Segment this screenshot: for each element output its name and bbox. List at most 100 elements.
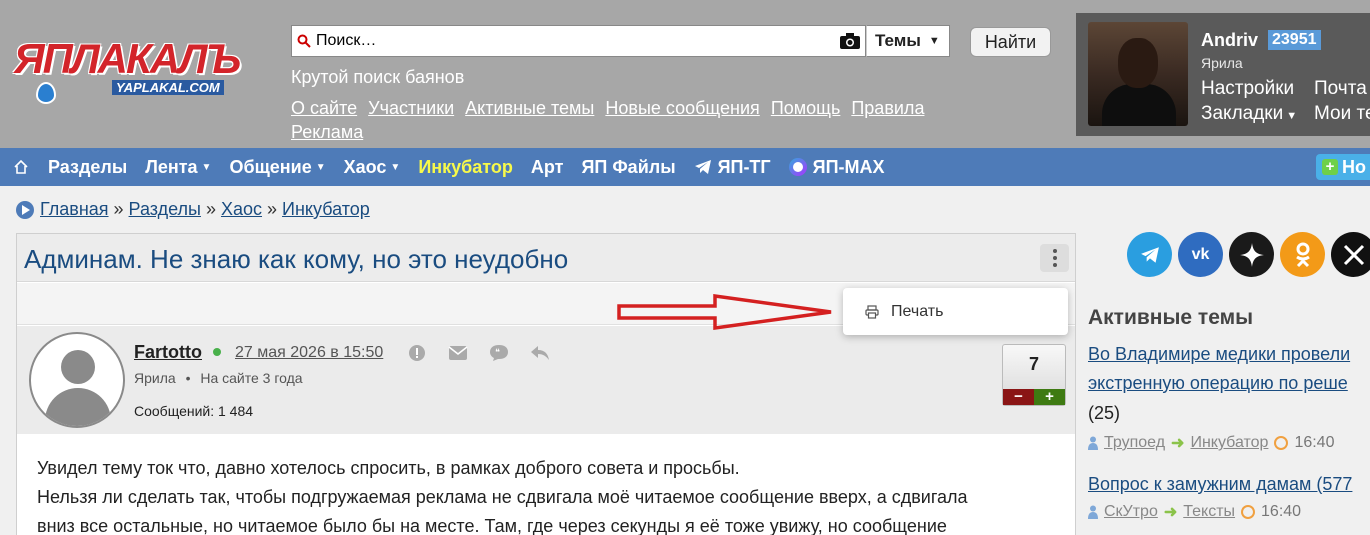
breadcrumb-sections[interactable]: Разделы [129,199,201,220]
logo-domain: YAPLAKAL.COM [112,80,224,95]
search-icon [292,26,316,56]
active-topic-link[interactable]: экстренную операцию по реше [1088,369,1348,398]
search-scope-value: Темы [875,31,921,50]
dot-icon [1052,256,1057,260]
link-about[interactable]: О сайте [291,98,357,118]
nav-feed[interactable]: Лента ▼ [145,157,211,178]
topic-author[interactable]: СкУтро [1104,503,1158,521]
nav-art[interactable]: Арт [531,157,564,178]
vk-icon[interactable]: vk [1178,232,1223,277]
user-name[interactable]: Andriv [1201,30,1258,51]
home-icon[interactable] [14,160,28,174]
new-topic-button[interactable]: + Но [1316,154,1370,180]
post-author[interactable]: Fartotto [134,342,202,363]
arrow-right-icon: ➜ [1163,504,1178,521]
logo-text: ЯПЛАКАЛЪ [14,35,241,82]
chevron-down-icon: ▼ [1286,110,1298,122]
post-rating: 7 − + [1002,344,1066,406]
rating-value: 7 [1028,354,1039,374]
reply-icon[interactable] [530,343,550,363]
x-icon[interactable] [1331,232,1370,277]
odnoklassniki-icon[interactable] [1280,232,1325,277]
nav-communication[interactable]: Общение ▼ [229,157,325,178]
mail-icon[interactable] [448,343,468,363]
topic-time: 16:40 [1294,434,1335,451]
svg-text:❝: ❝ [495,348,500,358]
link-new-messages[interactable]: Новые сообщения [605,98,759,118]
link-active-topics[interactable]: Активные темы [465,98,594,118]
user-menu-right: Почта Мои те [1314,76,1370,126]
active-topic-count: (25) [1088,403,1121,423]
search-input[interactable] [316,27,835,55]
search-box [291,25,866,57]
report-icon[interactable] [407,343,427,363]
chevron-down-icon: ▼ [928,35,940,47]
active-topic-link[interactable]: Вопрос к замужним дамам (577 [1088,470,1352,499]
topic-section[interactable]: Инкубатор [1190,434,1268,452]
rating-plus-button[interactable]: + [1034,389,1065,405]
link-rules[interactable]: Правила [851,98,924,118]
author-tenure: На сайте 3 года [200,370,303,386]
play-icon [16,200,34,219]
nav-max[interactable]: ЯП-MAX [788,157,885,178]
quote-icon[interactable]: ❝ [489,343,509,363]
user-rank: Ярила [1201,55,1243,71]
star-icon[interactable] [1229,232,1274,277]
telegram-icon[interactable] [1127,232,1172,277]
topic-time: 16:40 [1261,503,1302,520]
active-topic-link[interactable]: Во Владимире медики провели [1088,340,1350,369]
breadcrumb-chaos[interactable]: Хаос [221,199,262,220]
post-line: Увидел тему ток что, давно хотелось спро… [37,458,740,478]
post-date[interactable]: 27 мая 2026 в 15:50 [235,344,383,362]
site-header: ЯПЛАКАЛЪ YAPLAKAL.COM Темы ▼ Найти Круто… [0,0,1370,148]
topic-section[interactable]: Тексты [1183,503,1235,521]
print-icon [865,304,879,319]
top-links: О сайте Участники Активные темы Новые со… [291,96,991,144]
author-message-count: Сообщений: 1 484 [134,403,254,419]
user-settings-link[interactable]: Настройки [1201,76,1297,101]
arrow-right-icon: ➜ [1171,435,1185,452]
site-logo[interactable]: ЯПЛАКАЛЪ YAPLAKAL.COM [14,38,254,104]
telegram-icon [694,160,711,174]
plus-icon: + [1322,159,1338,175]
user-bookmarks-link[interactable]: Закладки ▼ [1201,101,1297,129]
link-ads[interactable]: Реклама [291,122,363,142]
clock-icon [1241,505,1256,519]
author-avatar[interactable] [29,332,125,428]
menu-item-print[interactable]: Печать [891,303,943,321]
topic-author[interactable]: Трупоед [1104,434,1165,452]
camera-icon[interactable] [835,26,865,56]
topic-dropdown-menu: Печать [843,288,1068,335]
rating-minus-button[interactable]: − [1003,389,1034,405]
post-line: вниз все остальные, но читаемое было бы … [37,516,947,535]
search-scope-select[interactable]: Темы ▼ [866,25,950,57]
link-members[interactable]: Участники [368,98,454,118]
breadcrumb-home[interactable]: Главная [40,199,109,220]
social-links: vk [1127,232,1370,277]
nav-sections[interactable]: Разделы [48,157,127,178]
nav-files[interactable]: ЯП Файлы [581,157,675,178]
nav-chaos[interactable]: Хаос ▼ [344,157,401,178]
breadcrumb: Главная » Разделы » Хаос » Инкубатор [16,199,370,220]
topic-title-bar: Админам. Не знаю как кому, но это неудоб… [17,234,1075,282]
bookmarks-label: Закладки [1201,103,1284,124]
nav-incubator[interactable]: Инкубатор [418,157,513,178]
chevron-down-icon: ▼ [201,161,212,173]
breadcrumb-incubator[interactable]: Инкубатор [282,199,370,220]
link-help[interactable]: Помощь [771,98,841,118]
topic-panel: Админам. Не знаю как кому, но это неудоб… [16,233,1076,535]
user-icon [1088,505,1098,519]
user-icon [1088,436,1098,450]
user-box: Andriv Ярила Настройки Закладки ▼ Почта М… [1076,13,1370,136]
nav-telegram[interactable]: ЯП-ТГ [694,157,771,178]
max-icon [788,158,807,176]
user-my-topics-link[interactable]: Мои те [1314,101,1370,126]
user-menu-left: Настройки Закладки ▼ [1201,76,1297,129]
dot-icon [1052,249,1057,253]
topic-menu-button[interactable] [1040,244,1069,272]
chevron-down-icon: ▼ [315,161,326,173]
user-avatar[interactable] [1088,22,1188,126]
user-mail-link[interactable]: Почта [1314,76,1370,101]
post-author-meta: Ярила • На сайте 3 года [134,370,303,386]
search-button[interactable]: Найти [970,27,1051,57]
